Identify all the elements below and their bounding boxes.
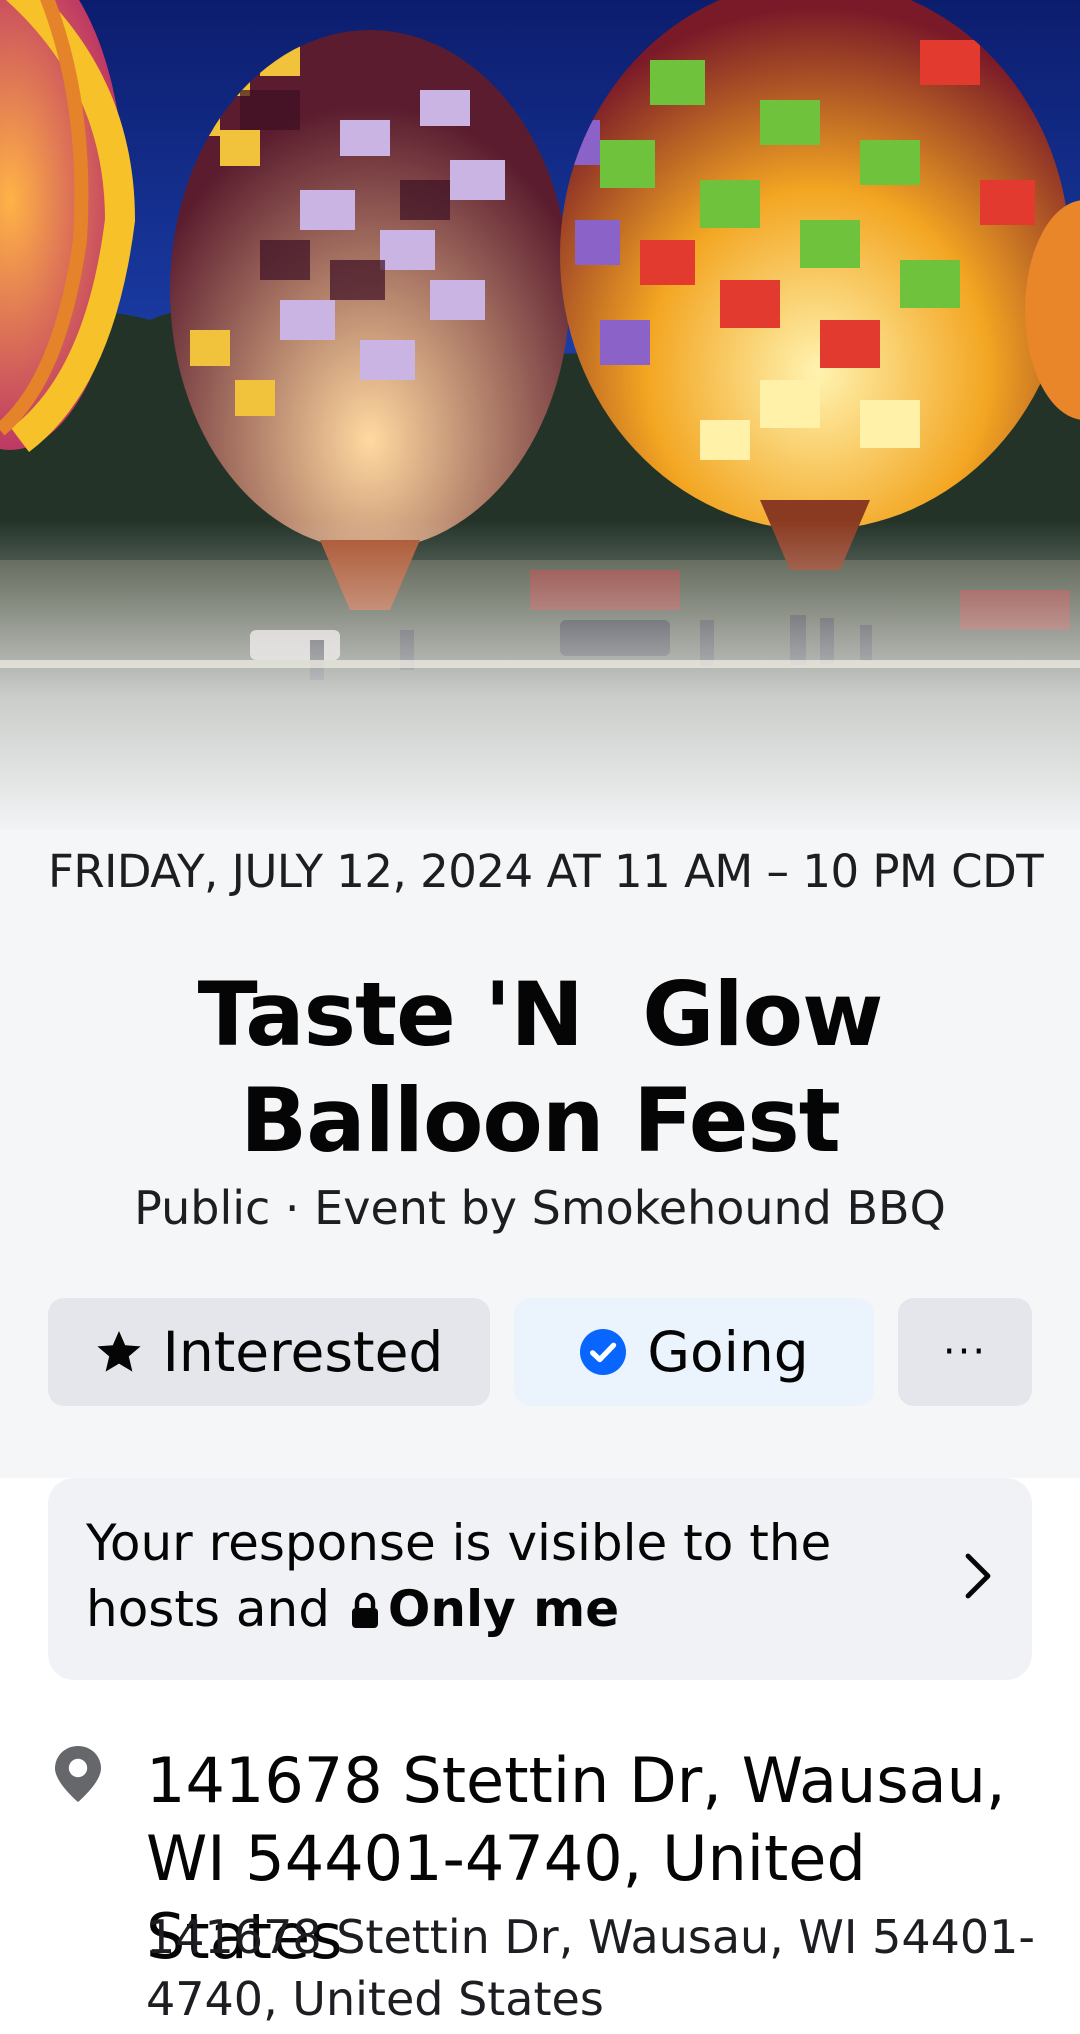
chevron-right-icon [964,1552,992,1604]
event-title: Taste 'N Glow Balloon Fest [197,963,913,1172]
going-label: Going [647,1320,809,1384]
lock-icon [350,1580,380,1646]
location-address[interactable]: 141678 Stettin Dr, Wausau, WI 54401-4740… [146,1906,1046,2030]
going-button[interactable]: Going [514,1298,874,1406]
star-icon [95,1329,143,1375]
visibility-text: Your response is visible to the hosts an… [86,1510,906,1646]
event-subtitle[interactable]: Public · Event by Smokehound BBQ [40,1178,1040,1238]
cover-photo[interactable] [0,0,1080,830]
interested-button[interactable]: Interested [48,1298,490,1406]
event-date: FRIDAY, JULY 12, 2024 AT 11 AM – 10 PM C… [48,845,1044,898]
visibility-audience: Only me [387,1580,620,1638]
more-options-button[interactable]: ··· [898,1298,1032,1406]
more-icon: ··· [942,1329,988,1375]
response-visibility-card[interactable]: Your response is visible to the hosts an… [48,1478,1032,1680]
check-circle-icon [579,1328,627,1376]
location-pin-icon [50,1744,106,1808]
cover-fade [0,520,1080,830]
interested-label: Interested [162,1320,444,1384]
